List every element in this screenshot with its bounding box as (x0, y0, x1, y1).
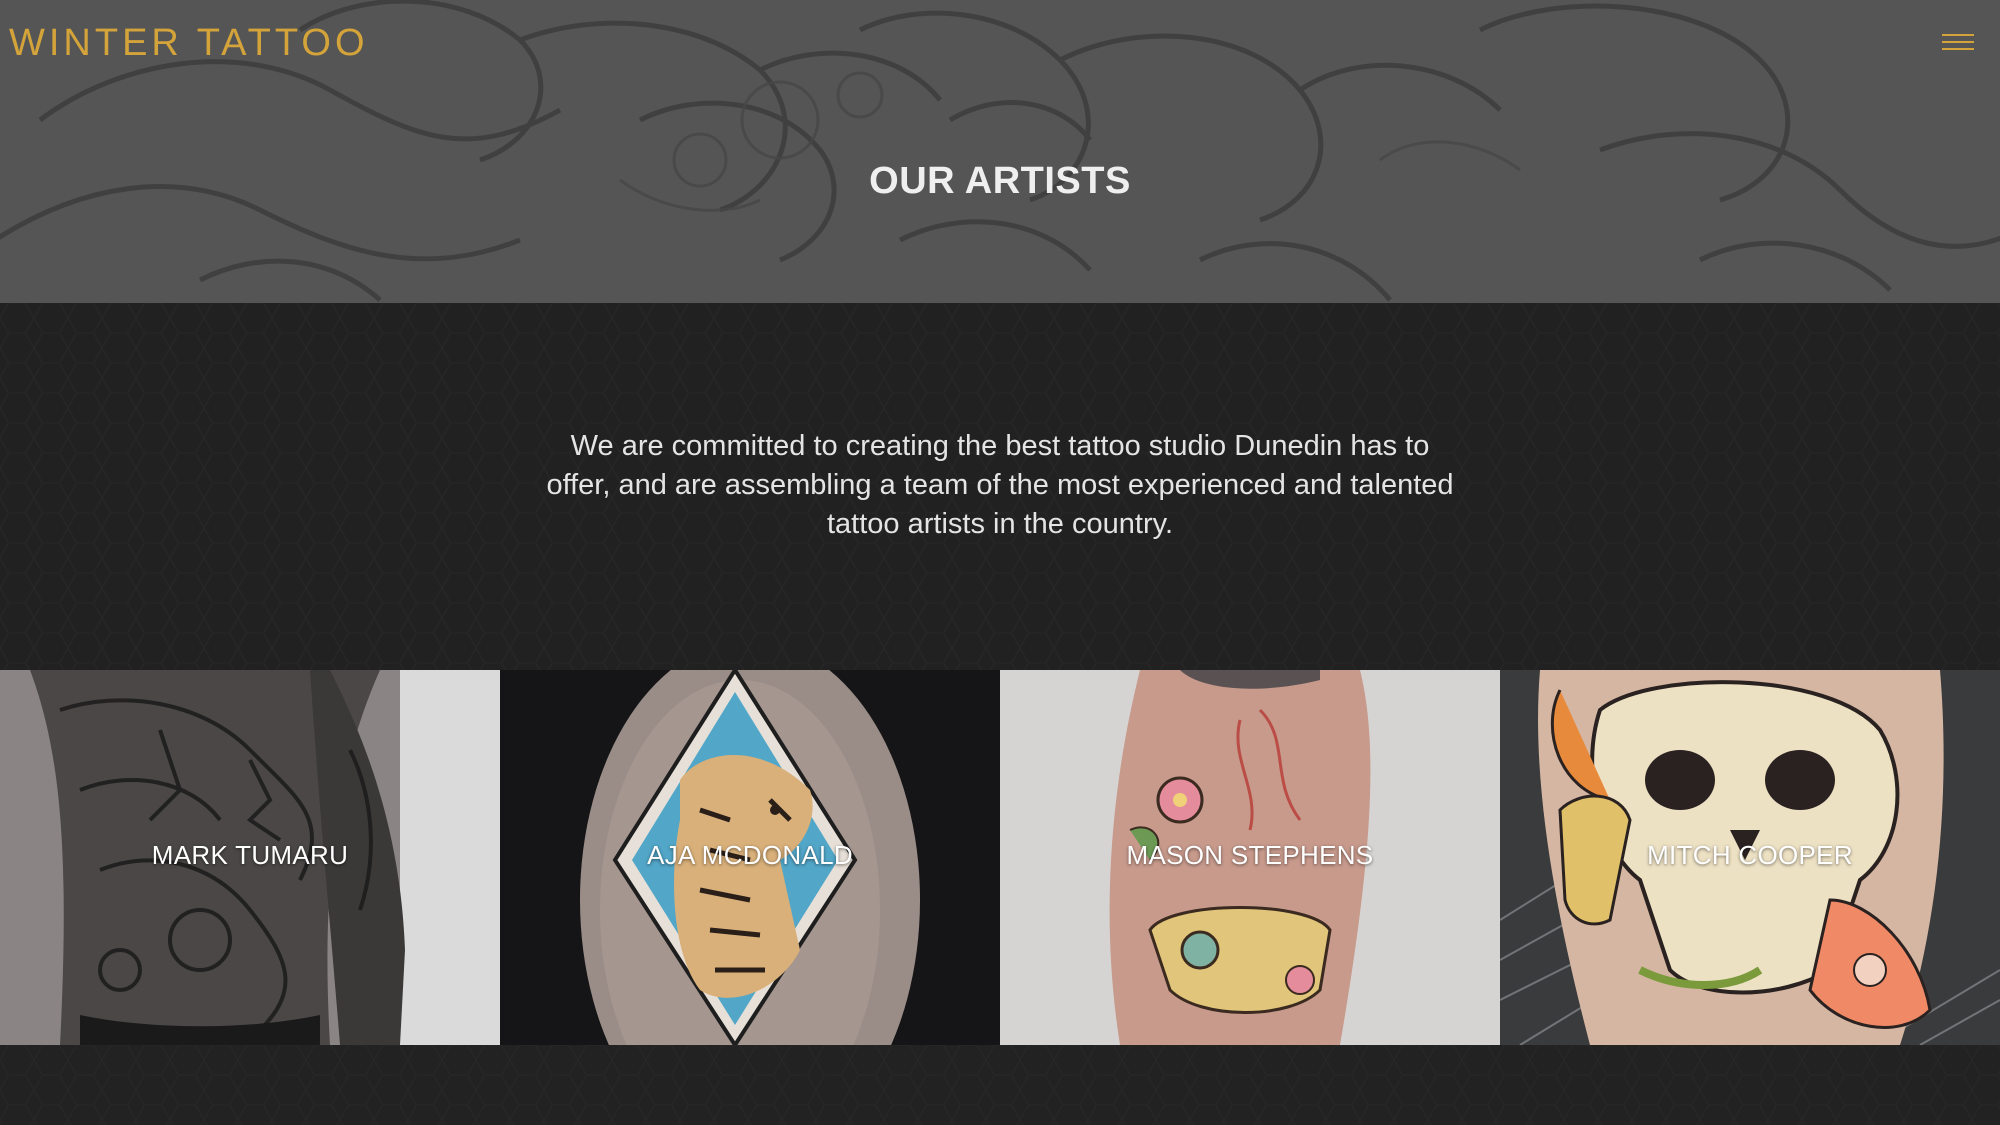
menu-line (1942, 48, 1974, 50)
lower-section-background (0, 1045, 2000, 1125)
menu-line (1942, 41, 1974, 43)
menu-line (1942, 34, 1974, 36)
intro-paragraph: We are committed to creating the best ta… (546, 430, 1454, 540)
artist-card-aja-mcdonald[interactable]: AJA MCDONALD (500, 670, 1000, 1045)
artist-name[interactable]: AJA MCDONALD (500, 840, 1000, 871)
artist-name[interactable]: MARK TUMARU (0, 840, 500, 871)
artist-name[interactable]: MASON STEPHENS (1000, 840, 1500, 871)
artist-card-mitch-cooper[interactable]: MITCH COOPER (1500, 670, 2000, 1045)
winter-tattoo-logo[interactable]: WINTER TATTOO (9, 14, 369, 72)
artist-card-mason-stephens[interactable]: MASON STEPHENS (1000, 670, 1500, 1045)
hamburger-menu-icon[interactable] (1942, 30, 1974, 56)
intro-section: We are committed to creating the best ta… (0, 303, 2000, 670)
artist-name[interactable]: MITCH COOPER (1500, 840, 2000, 871)
hero-banner: WINTER TATTOO OUR ARTISTS (0, 0, 2000, 303)
background-pattern (0, 1045, 2000, 1125)
artists-grid: MARK TUMARU AJA MCDONALD MASON STEPHENS … (0, 670, 2000, 1045)
page-title: OUR ARTISTS (869, 160, 1131, 202)
artist-card-mark-tumaru[interactable]: MARK TUMARU (0, 670, 500, 1045)
